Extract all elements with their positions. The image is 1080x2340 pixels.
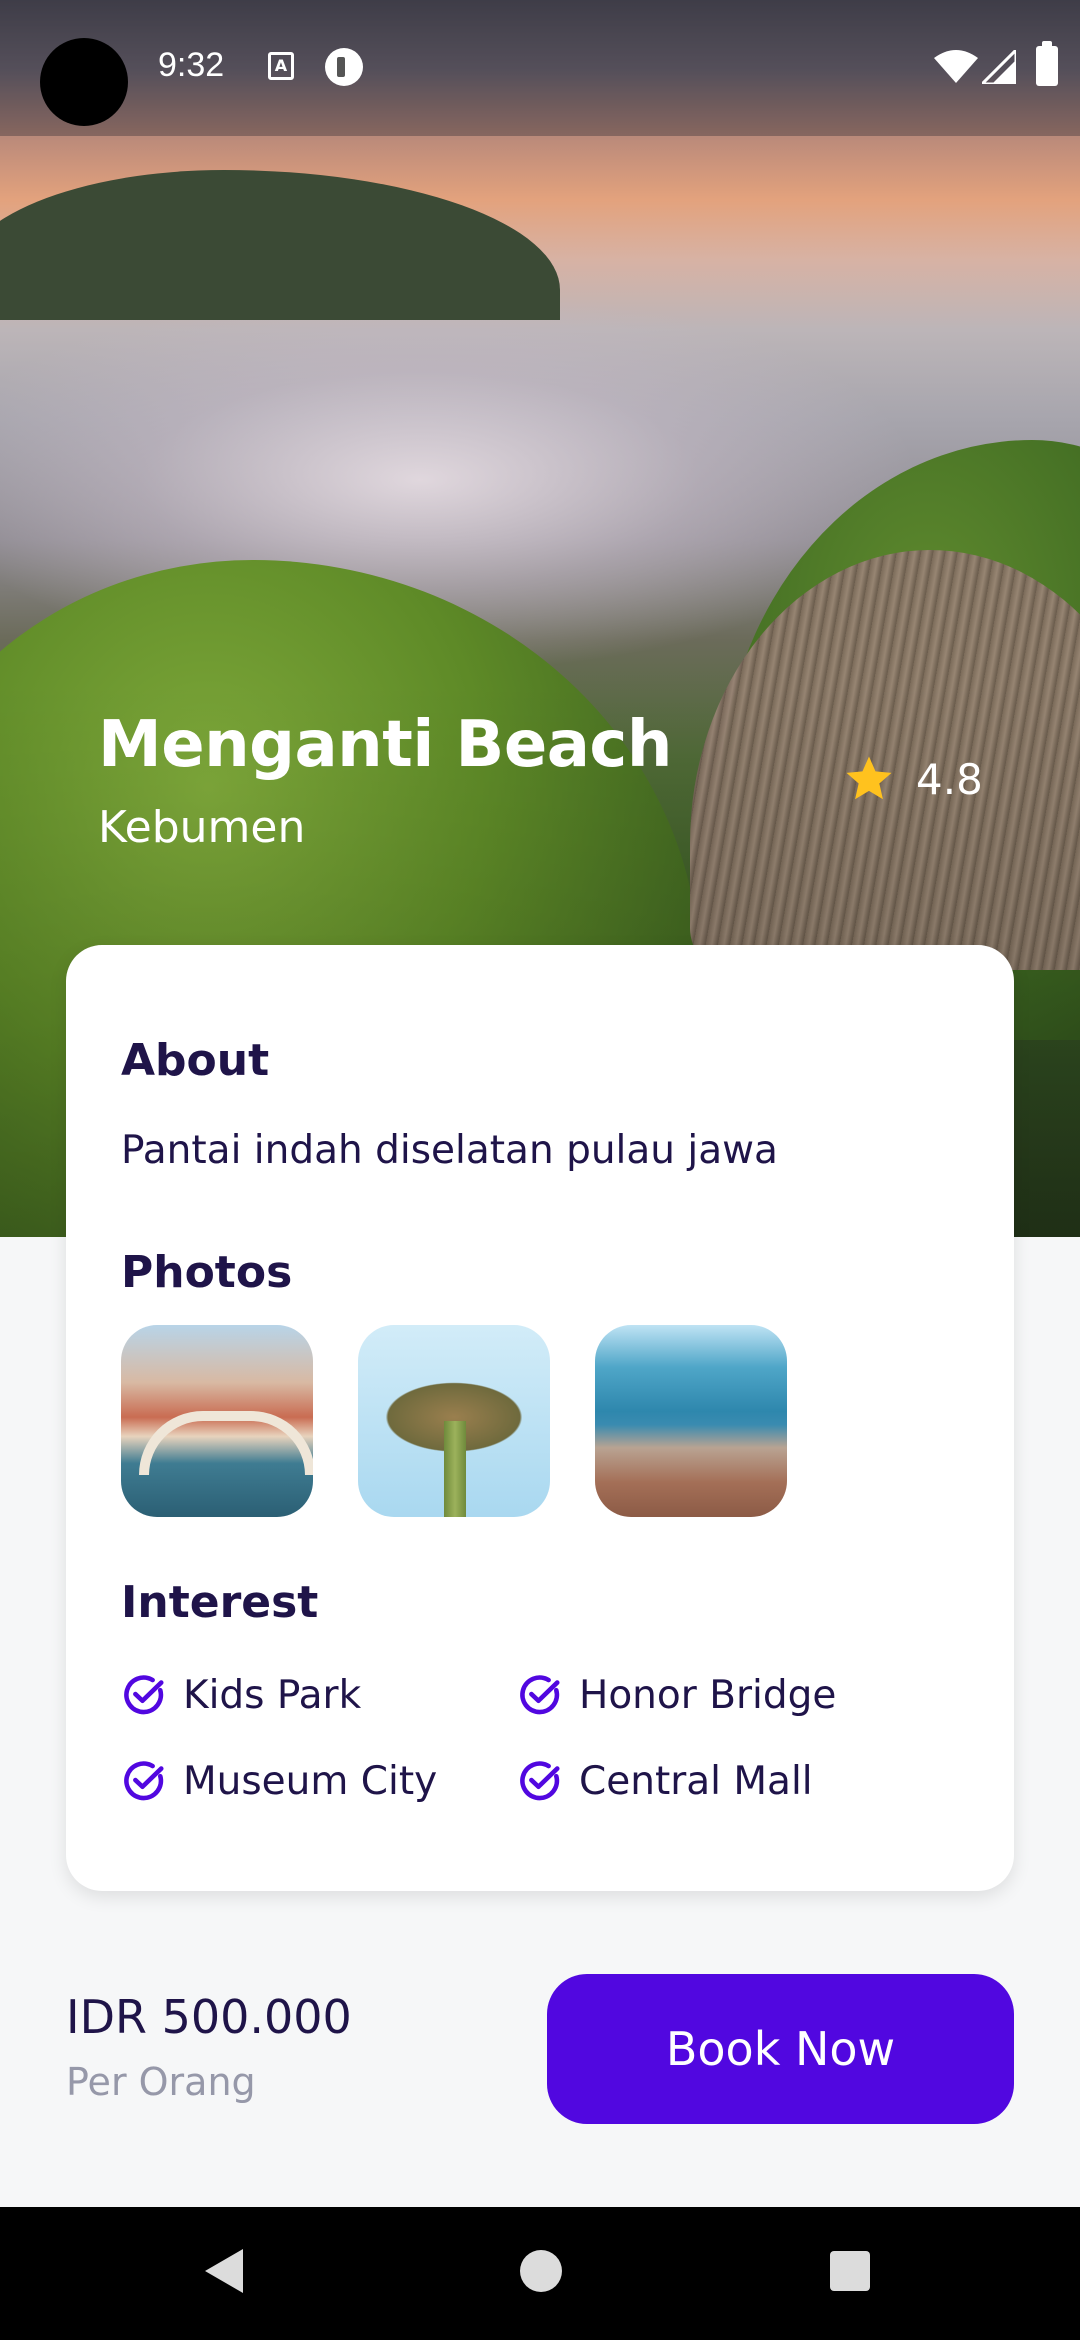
status-time: 9:32 <box>158 46 225 84</box>
check-circle-icon <box>520 1761 560 1801</box>
rating-value: 4.8 <box>916 754 983 804</box>
about-heading: About <box>121 1035 270 1086</box>
interest-label: Museum City <box>183 1758 438 1804</box>
photo-thumbnail-venice-bridge[interactable] <box>121 1325 313 1517</box>
wifi-icon <box>934 50 978 83</box>
star-icon <box>846 756 892 800</box>
photo-thumbnail-supertree[interactable] <box>358 1325 550 1517</box>
photo-gallery <box>121 1325 787 1517</box>
interest-label: Kids Park <box>183 1672 362 1718</box>
about-text: Pantai indah diselatan pulau jawa <box>121 1128 778 1173</box>
camera-cutout <box>40 38 128 126</box>
signal-icon <box>982 50 1016 84</box>
interest-item: Central Mall <box>517 1756 961 1806</box>
recents-icon[interactable] <box>830 2251 870 2291</box>
back-icon[interactable] <box>205 2249 243 2293</box>
pocket-app-icon <box>325 48 363 86</box>
interest-heading: Interest <box>121 1577 319 1628</box>
check-circle-icon <box>520 1675 560 1715</box>
photos-heading: Photos <box>121 1247 293 1298</box>
system-navigation-bar <box>0 2207 1080 2340</box>
price: IDR 500.000 <box>66 1990 352 2044</box>
check-circle-icon <box>124 1761 164 1801</box>
status-bar: 9:32 A <box>0 0 1080 136</box>
interest-label: Honor Bridge <box>579 1672 837 1718</box>
interest-item: Honor Bridge <box>517 1670 961 1720</box>
rating: 4.8 <box>842 752 983 806</box>
interest-item: Kids Park <box>121 1670 517 1720</box>
price-unit: Per Orang <box>66 2060 256 2104</box>
interest-label: Central Mall <box>579 1758 813 1804</box>
battery-icon <box>1036 41 1058 86</box>
details-card: About Pantai indah diselatan pulau jawa … <box>66 945 1014 1891</box>
accessibility-a-icon: A <box>268 52 294 80</box>
home-icon[interactable] <box>520 2250 562 2292</box>
interest-list: Kids Park Honor Bridge Museum City Centr… <box>121 1670 961 1806</box>
check-circle-icon <box>124 1675 164 1715</box>
photo-thumbnail-coastal-city[interactable] <box>595 1325 787 1517</box>
book-now-button[interactable]: Book Now <box>547 1974 1014 2124</box>
place-title: Menganti Beach <box>98 708 672 782</box>
interest-item: Museum City <box>121 1756 517 1806</box>
place-location: Kebumen <box>98 802 306 853</box>
